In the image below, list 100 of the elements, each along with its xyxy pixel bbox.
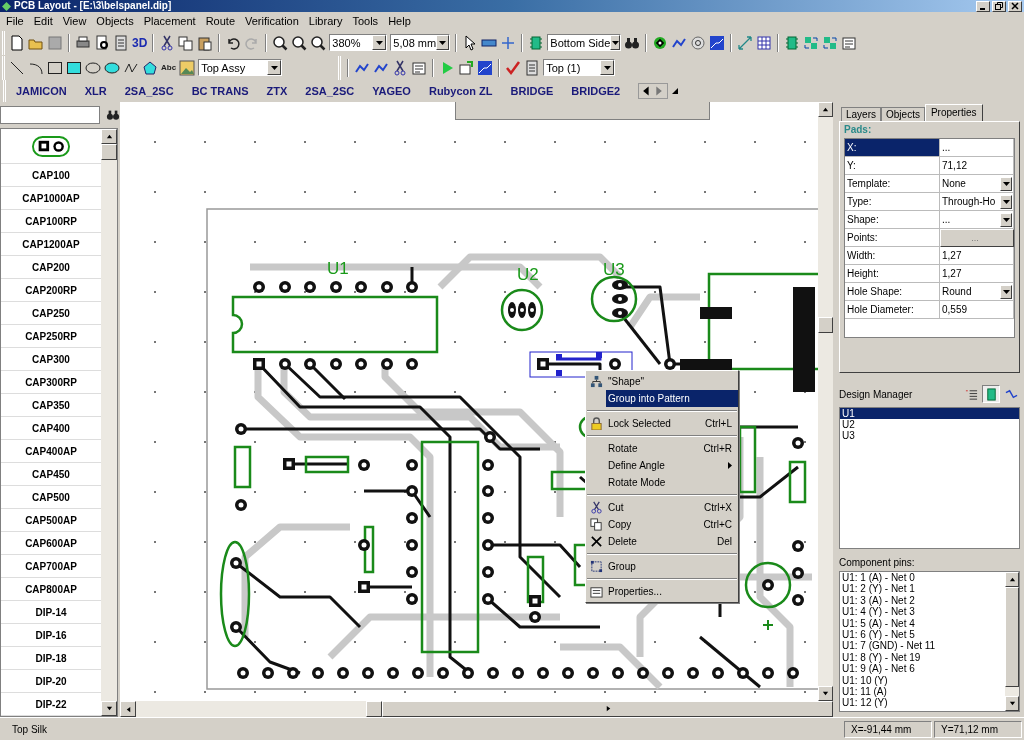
property-value[interactable]: 1,27 [940, 247, 1014, 265]
scroll-thumb[interactable] [366, 701, 382, 717]
library-tab[interactable]: BRIDGE2 [571, 85, 621, 97]
plane-icon[interactable] [477, 59, 494, 76]
overflow-icon[interactable] [672, 88, 679, 94]
pin-item[interactable]: U1: 4 (Y) - Net 3 [842, 606, 1005, 618]
context-menu-item[interactable]: Delete Del [586, 533, 738, 550]
scroll-thumb[interactable] [1005, 587, 1019, 687]
menu-item[interactable]: Placement [138, 15, 201, 27]
property-dropdown[interactable]: None [940, 175, 1014, 193]
scroll-button[interactable] [818, 102, 833, 117]
property-value[interactable]: 71,12 [940, 157, 1014, 175]
menu-item[interactable]: Help [383, 15, 416, 27]
pin-item[interactable]: U1: 8 (Y) - Net 19 [842, 651, 1005, 664]
zoom-fit-icon[interactable] [310, 34, 327, 51]
scissors-icon[interactable] [392, 59, 409, 76]
component-item[interactable]: U3 [840, 430, 1019, 441]
scroll-button[interactable] [120, 701, 136, 717]
pad-icon[interactable] [652, 34, 669, 51]
components-button[interactable] [982, 385, 1000, 403]
grid-icon[interactable] [756, 34, 773, 51]
polygon-icon[interactable] [142, 59, 158, 76]
scrollbar[interactable] [120, 701, 833, 717]
scroll-button[interactable] [101, 129, 117, 144]
property-dropdown[interactable]: Through-Ho [940, 193, 1014, 211]
scroll-thumb[interactable] [818, 317, 833, 333]
text-tool-button[interactable]: Abc [161, 63, 177, 72]
library-tab[interactable]: XLR [84, 85, 107, 97]
pin-item[interactable]: U1: 1 (A) - Net 0 [842, 572, 1005, 584]
context-menu-item[interactable]: Lock Selected Ctrl+L [586, 415, 738, 432]
context-menu-item[interactable]: Properties... [586, 583, 738, 600]
panel-tab[interactable]: Layers [841, 107, 881, 121]
copy-icon[interactable] [178, 34, 195, 51]
export-icon[interactable] [458, 59, 475, 76]
menu-item[interactable]: Verification [240, 15, 304, 27]
pin-item[interactable]: U1: 5 (A) - Net 4 [842, 617, 1005, 630]
zoom-out-icon[interactable] [291, 34, 308, 51]
menu-item[interactable]: Objects [91, 15, 139, 27]
menu-item[interactable]: View [57, 15, 92, 27]
properties-icon[interactable] [411, 59, 428, 76]
filled-ellipse-icon[interactable] [104, 59, 120, 76]
menu-item[interactable]: Route [200, 15, 240, 27]
pin-item[interactable]: U1: 9 (A) - Net 6 [842, 663, 1005, 675]
context-menu-item[interactable]: Rotate Ctrl+R [586, 440, 738, 457]
component-item[interactable]: U1 [840, 408, 1019, 419]
panel-tab[interactable]: Objects [881, 107, 925, 121]
menu-item[interactable]: File [1, 15, 29, 27]
panel-tab[interactable]: Properties [924, 104, 983, 121]
chip-icon[interactable] [784, 34, 801, 51]
component-item[interactable]: U2 [840, 419, 1019, 430]
library-tab[interactable]: JAMICON [16, 85, 67, 97]
paste-icon[interactable] [197, 34, 214, 51]
scissors-icon[interactable] [159, 34, 176, 51]
check-icon[interactable] [505, 59, 522, 76]
context-menu-item[interactable]: "Shape" [586, 373, 738, 390]
library-tab[interactable]: 2SA_2SC [305, 85, 355, 97]
properties-icon[interactable] [841, 34, 858, 51]
scrollbar[interactable] [101, 129, 117, 716]
new-file-icon[interactable] [9, 34, 25, 51]
property-value[interactable]: 1,27 [940, 265, 1014, 283]
library-tab[interactable]: ZTX [266, 85, 288, 97]
library-tab[interactable]: Rubycon ZL [428, 85, 493, 97]
layer-dropdown[interactable]: Top Assy [198, 59, 283, 76]
printer-icon[interactable] [75, 34, 91, 51]
search-icon[interactable] [106, 108, 120, 122]
context-menu-item[interactable]: Define Angle [586, 457, 738, 474]
dimension-icon[interactable] [737, 34, 754, 51]
scroll-thumb[interactable] [101, 144, 117, 160]
scroll-button[interactable] [818, 686, 833, 701]
pin-item[interactable]: U1: 11 (A) [842, 686, 1005, 698]
menu-item[interactable]: Edit [28, 15, 58, 27]
pin-item[interactable]: U1: 3 (A) - Net 2 [842, 594, 1005, 607]
property-dropdown[interactable]: Round [940, 283, 1014, 301]
image-icon[interactable] [179, 59, 196, 76]
copper-layer-dropdown[interactable]: Top (1) [543, 59, 616, 76]
rectangle-icon[interactable] [47, 59, 63, 76]
pin-item[interactable]: U1: 2 (Y) - Net 1 [842, 583, 1005, 595]
ellipse-icon[interactable] [85, 59, 101, 76]
pin-item[interactable]: U1: 10 (Y) [842, 674, 1005, 687]
via-icon[interactable] [690, 34, 707, 51]
library-tab[interactable]: 2SA_2SC [124, 85, 174, 97]
context-menu-item[interactable]: Group [586, 558, 738, 575]
context-menu-item[interactable]: Cut Ctrl+X [586, 499, 738, 516]
scroll-button[interactable] [382, 701, 833, 717]
library-tab[interactable]: BRIDGE [510, 85, 554, 97]
property-value[interactable]: 0,559 [940, 301, 1014, 319]
scroll-button[interactable] [101, 701, 117, 716]
scrollbar[interactable] [818, 102, 833, 701]
chip-icon[interactable] [528, 34, 545, 51]
scroll-button[interactable] [1005, 572, 1019, 587]
pin-item[interactable]: U1: 6 (Y) - Net 5 [842, 629, 1005, 641]
restore-button[interactable] [992, 0, 1006, 12]
line-icon[interactable] [9, 59, 25, 76]
minimize-button[interactable] [976, 0, 990, 12]
side-dropdown[interactable]: Bottom Side [547, 34, 622, 51]
crosshair-icon[interactable] [500, 34, 517, 51]
3d-view-button[interactable]: 3D [132, 35, 148, 50]
print-preview-icon[interactable] [94, 34, 110, 51]
menu-item[interactable]: Library [303, 15, 348, 27]
plane-icon[interactable] [709, 34, 726, 51]
